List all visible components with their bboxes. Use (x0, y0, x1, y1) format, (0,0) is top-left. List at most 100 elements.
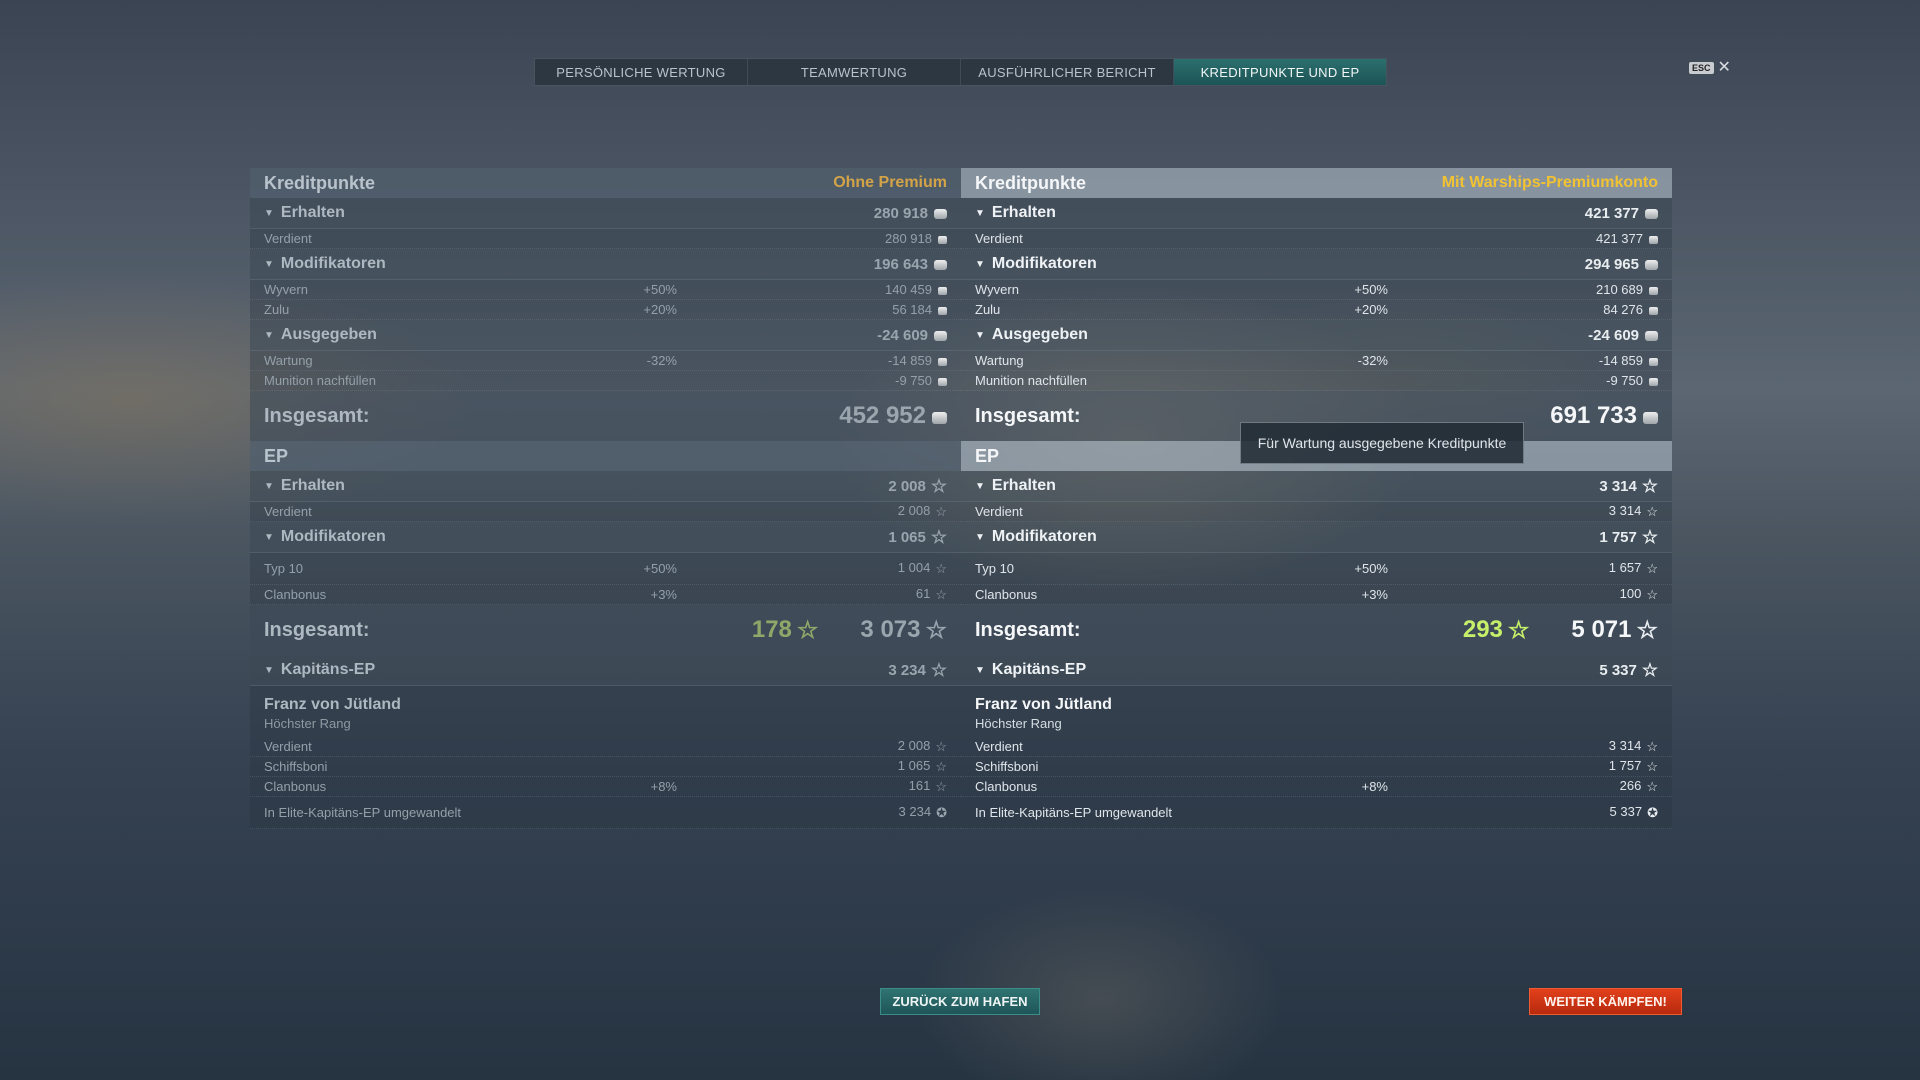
captain-name: Franz von Jütland (264, 696, 401, 713)
group-value: 1 757 (1599, 528, 1637, 546)
row-percent: +20% (1354, 302, 1388, 317)
credit-coin-icon (938, 378, 947, 386)
premium-badge: Ohne Premium (833, 174, 947, 191)
caret-down-icon: ▼ (975, 329, 985, 341)
modifier-row-zulu: Zulu +20% 84 276 (961, 300, 1672, 320)
group-label: Kapitäns-EP (991, 661, 1087, 678)
tab-personal-score[interactable]: PERSÖNLICHE WERTUNG (535, 59, 748, 85)
star-icon: ☆ (935, 561, 947, 576)
xp-modifiers-header[interactable]: ▼ Modifikatoren 1 757 ☆ (961, 522, 1672, 553)
credits-received-header[interactable]: ▼ Erhalten 280 918 (250, 198, 961, 229)
row-percent: +3% (650, 587, 677, 602)
xp-total: Insgesamt: 178 ☆ 3 073 ☆ (250, 605, 961, 655)
row-label: Munition nachfüllen (975, 373, 1088, 388)
row-value: 2 008 (897, 738, 931, 753)
continue-fighting-button[interactable]: WEITER KÄMPFEN! (1529, 988, 1682, 1015)
captain-elite-row: In Elite-Kapitäns-EP umgewandelt 5 337 ✪ (961, 797, 1672, 829)
row-percent: +3% (1361, 587, 1388, 602)
credit-coin-icon (1649, 287, 1658, 295)
xp-modifiers-header[interactable]: ▼ Modifikatoren 1 065 ☆ (250, 522, 961, 553)
panel-with-premium: Kreditpunkte Mit Warships-Premiumkonto ▼… (961, 168, 1672, 829)
row-percent: +50% (643, 561, 677, 576)
tab-credits-xp[interactable]: KREDITPUNKTE UND EP (1174, 59, 1386, 85)
row-label: Schiffsboni (975, 759, 1039, 774)
credits-modifiers-header[interactable]: ▼ Modifikatoren 294 965 (961, 249, 1672, 280)
credit-coin-icon (1645, 330, 1658, 341)
star-icon: ☆ (930, 659, 947, 680)
total-label: Insgesamt: (975, 618, 1081, 641)
row-percent: +50% (1354, 282, 1388, 297)
row-value: 421 377 (1596, 231, 1643, 246)
group-label: Erhalten (991, 204, 1056, 221)
modifier-row-wyvern: Wyvern +50% 210 689 (961, 280, 1672, 300)
total-label: Insgesamt: (264, 618, 370, 641)
row-value: 210 689 (1596, 282, 1643, 297)
back-to-port-button[interactable]: ZURÜCK ZUM HAFEN (880, 988, 1040, 1015)
modifier-row-wyvern: Wyvern +50% 140 459 (250, 280, 961, 300)
caret-down-icon: ▼ (264, 258, 274, 270)
xp-received-header[interactable]: ▼ Erhalten 3 314 ☆ (961, 471, 1672, 502)
captain-clan-bonus-row: Clanbonus +8% 266 ☆ (961, 777, 1672, 797)
group-value: 294 965 (1584, 255, 1639, 273)
star-icon: ☆ (796, 617, 819, 644)
credits-spent-header[interactable]: ▼ Ausgegeben -24 609 (250, 320, 961, 351)
tab-detailed-report[interactable]: AUSFÜHRLICHER BERICHT (961, 59, 1174, 85)
group-label: Erhalten (280, 204, 345, 221)
row-percent: +8% (1361, 779, 1388, 794)
star-icon: ☆ (1646, 739, 1658, 754)
group-label: Ausgegeben (280, 326, 377, 343)
row-label: Typ 10 (264, 561, 304, 576)
row-value: 2 008 (897, 503, 931, 518)
star-icon: ☆ (1641, 475, 1658, 496)
spent-row-maintenance[interactable]: Wartung -32% -14 859 (250, 351, 961, 371)
tab-bar: PERSÖNLICHE WERTUNG TEAMWERTUNG AUSFÜHRL… (534, 58, 1387, 86)
captain-xp-header[interactable]: ▼ Kapitäns-EP 5 337 ☆ (961, 655, 1672, 686)
credits-header: Kreditpunkte Ohne Premium (250, 168, 961, 198)
xp-received-header[interactable]: ▼ Erhalten 2 008 ☆ (250, 471, 961, 502)
row-value: -9 750 (895, 373, 932, 388)
xp-modifier-row-type10: Typ 10 +50% 1 004 ☆ (250, 553, 961, 585)
spent-row-maintenance[interactable]: Wartung -32% -14 859 (961, 351, 1672, 371)
row-value: 100 (1619, 586, 1642, 601)
captain-xp-header[interactable]: ▼ Kapitäns-EP 3 234 ☆ (250, 655, 961, 686)
credits-spent-header[interactable]: ▼ Ausgegeben -24 609 (961, 320, 1672, 351)
row-label: Verdient (975, 231, 1023, 246)
group-label: Modifikatoren (991, 528, 1097, 545)
row-label: Wartung (264, 353, 313, 368)
caret-down-icon: ▼ (975, 258, 985, 270)
tab-team-score[interactable]: TEAMWERTUNG (748, 59, 961, 85)
captain-rank: Höchster Rang (264, 716, 351, 731)
close-icon: ✕ (1717, 59, 1731, 76)
row-value: 1 757 (1608, 758, 1642, 773)
spent-row-ammo: Munition nachfüllen -9 750 (250, 371, 961, 391)
row-label: Wyvern (975, 282, 1019, 297)
row-label: Clanbonus (975, 779, 1038, 794)
xp-total: Insgesamt: 293 ☆ 5 071 ☆ (961, 605, 1672, 655)
row-percent: +50% (1354, 561, 1388, 576)
credit-coin-icon (938, 287, 947, 295)
row-value: -14 859 (1598, 353, 1643, 368)
captain-name: Franz von Jütland (975, 696, 1112, 713)
xp-bonus-value: 293 (1462, 616, 1503, 643)
group-value: 196 643 (873, 255, 928, 273)
credits-received-header[interactable]: ▼ Erhalten 421 377 (961, 198, 1672, 229)
row-label: Wyvern (264, 282, 308, 297)
star-icon: ☆ (930, 526, 947, 547)
group-label: Modifikatoren (280, 528, 386, 545)
credit-coin-icon (1643, 412, 1658, 424)
credits-modifiers-header[interactable]: ▼ Modifikatoren 196 643 (250, 249, 961, 280)
close-button[interactable]: ESC ✕ (1689, 59, 1731, 76)
group-value: -24 609 (1588, 326, 1639, 344)
star-icon: ☆ (1646, 504, 1658, 519)
credit-coin-icon (1645, 259, 1658, 270)
group-label: Ausgegeben (991, 326, 1088, 343)
credit-coin-icon (1649, 236, 1658, 244)
star-icon: ☆ (935, 779, 947, 794)
credit-coin-icon (938, 236, 947, 244)
maintenance-tooltip: Für Wartung ausgegebene Kreditpunkte (1240, 422, 1524, 464)
row-label: Clanbonus (264, 779, 327, 794)
row-value: 1 657 (1608, 560, 1642, 575)
caret-down-icon: ▼ (975, 480, 985, 492)
row-value: 84 276 (1603, 302, 1643, 317)
row-value: 3 314 (1608, 503, 1642, 518)
